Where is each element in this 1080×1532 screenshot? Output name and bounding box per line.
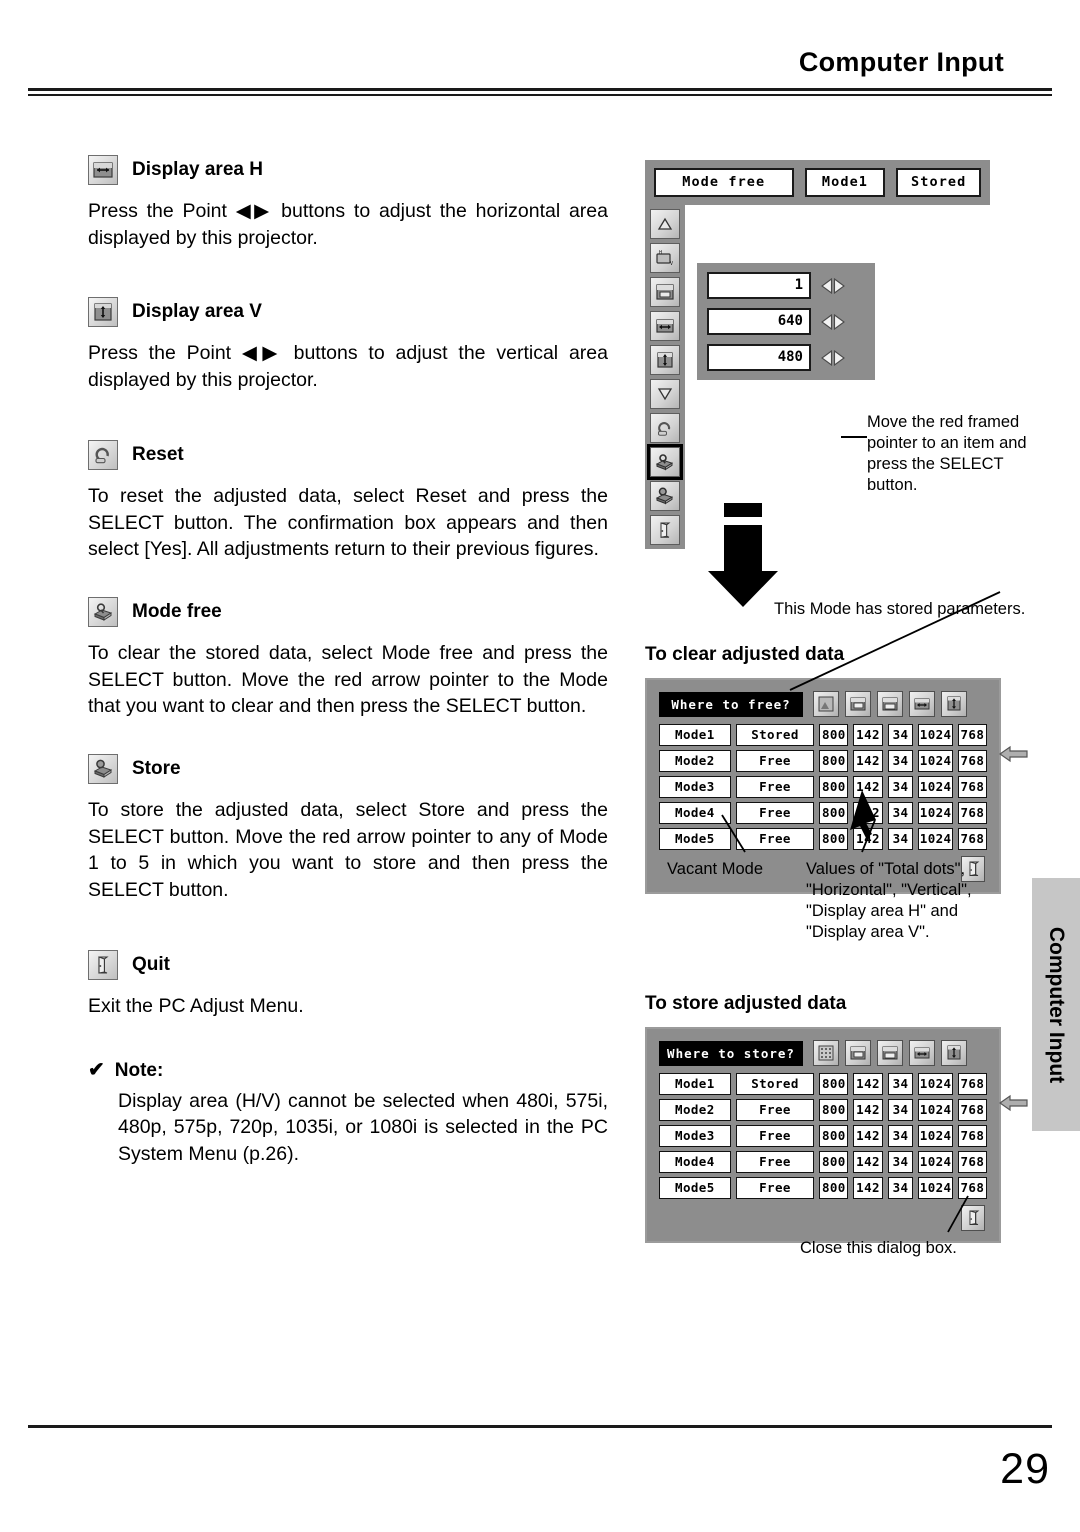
page-number: 29 [1000, 1445, 1050, 1493]
manual-page: Computer Input Computer Input Display ar… [0, 0, 1080, 1532]
leader-lines-store [947, 1195, 969, 1233]
footer-rule [28, 1425, 1052, 1428]
close-dialog-label: Close this dialog box. [800, 1239, 957, 1257]
mode-free-icon[interactable] [647, 444, 683, 480]
